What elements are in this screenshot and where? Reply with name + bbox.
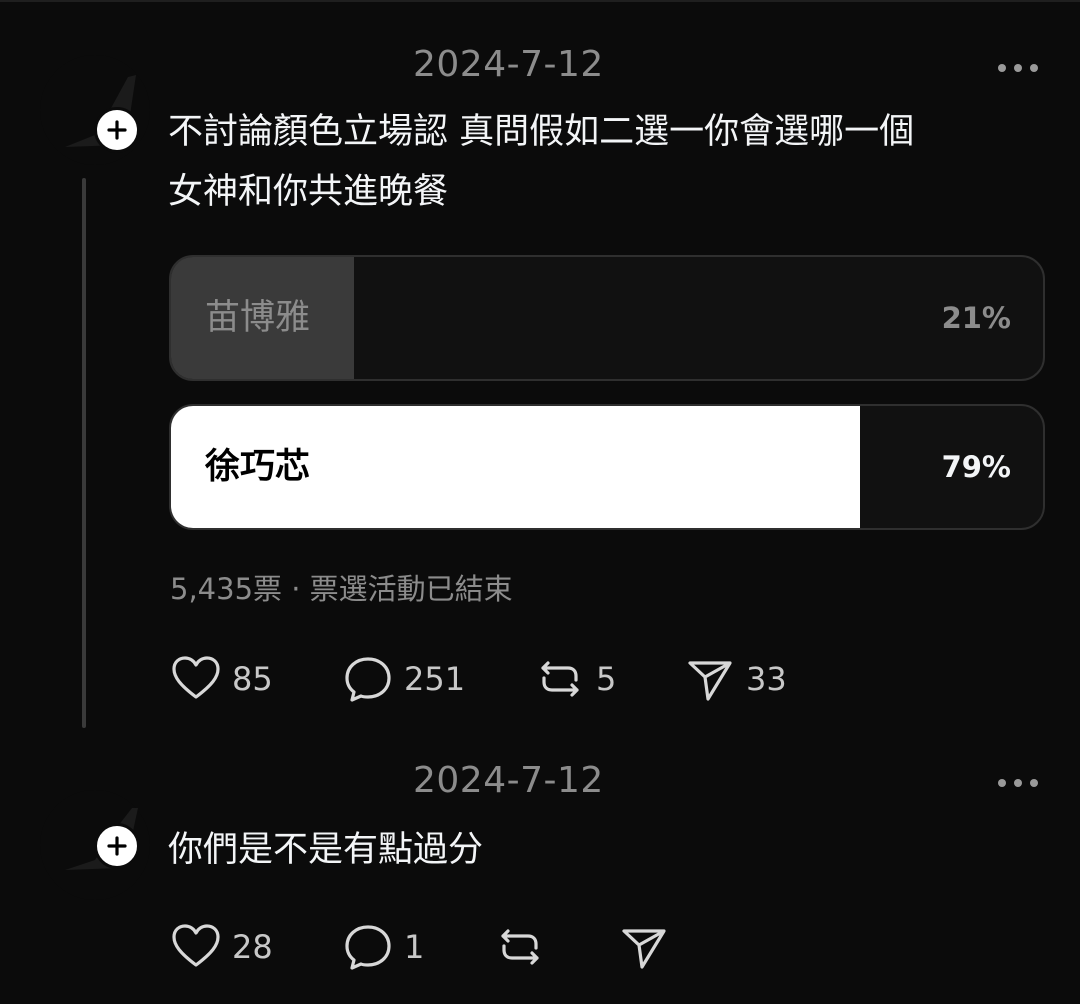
- post-actions: 85 251 5 33: [170, 653, 787, 705]
- post-date: 2024-7-12: [413, 44, 604, 85]
- more-dots-icon[interactable]: [998, 776, 1038, 790]
- post-date: 2024-7-12: [413, 760, 604, 801]
- more-dots-icon[interactable]: [998, 61, 1038, 75]
- repost-count: 5: [596, 660, 617, 698]
- comment-count: 1: [404, 928, 425, 966]
- post-text: 你們是不是有點過分: [168, 820, 1048, 880]
- like-button[interactable]: 28: [170, 921, 342, 973]
- poll-option-label: 苗博雅: [205, 298, 311, 338]
- like-count: 85: [232, 660, 273, 698]
- like-count: 28: [232, 928, 273, 966]
- like-button[interactable]: 85: [170, 653, 342, 705]
- follow-plus-icon[interactable]: [94, 107, 140, 153]
- comment-bubble-icon: [345, 657, 391, 702]
- comment-bubble-icon: [345, 925, 391, 970]
- send-icon: [688, 661, 732, 701]
- poll-option-2[interactable]: 徐巧芯 79%: [169, 404, 1045, 530]
- repost-button[interactable]: [494, 921, 618, 973]
- heart-icon: [172, 924, 220, 967]
- poll-summary: 5,435票 · 票選活動已結束: [170, 572, 513, 606]
- share-count: 33: [746, 660, 787, 698]
- share-button[interactable]: 33: [684, 653, 787, 705]
- share-button[interactable]: [618, 921, 670, 973]
- avatar[interactable]: [40, 55, 150, 165]
- comment-button[interactable]: 1: [342, 921, 494, 973]
- comment-count: 251: [404, 660, 466, 698]
- send-icon: [622, 929, 666, 969]
- post-actions: 28 1: [170, 921, 670, 973]
- avatar-silhouette-icon: [65, 75, 136, 147]
- post-text-line-2: 女神和你共進晚餐: [168, 172, 449, 212]
- poll-option-percent: 79%: [941, 450, 1011, 484]
- top-divider: [0, 0, 1080, 2]
- repost-button[interactable]: 5: [534, 653, 684, 705]
- comment-button[interactable]: 251: [342, 653, 534, 705]
- thread-line: [82, 178, 86, 728]
- poll-option-label: 徐巧芯: [205, 447, 311, 487]
- follow-plus-icon[interactable]: [94, 823, 140, 869]
- post-text-line-1: 不討論顏色立場認 真問假如二選一你會選哪一個: [168, 112, 915, 152]
- post-text-line-1: 你們是不是有點過分: [168, 830, 484, 870]
- poll-option-percent: 21%: [941, 301, 1011, 335]
- poll-option-1[interactable]: 苗博雅 21%: [169, 255, 1045, 381]
- repost-icon: [501, 929, 539, 965]
- post-text: 不討論顏色立場認 真問假如二選一你會選哪一個 女神和你共進晚餐: [168, 102, 1048, 222]
- repost-icon: [541, 661, 579, 697]
- heart-icon: [172, 656, 220, 699]
